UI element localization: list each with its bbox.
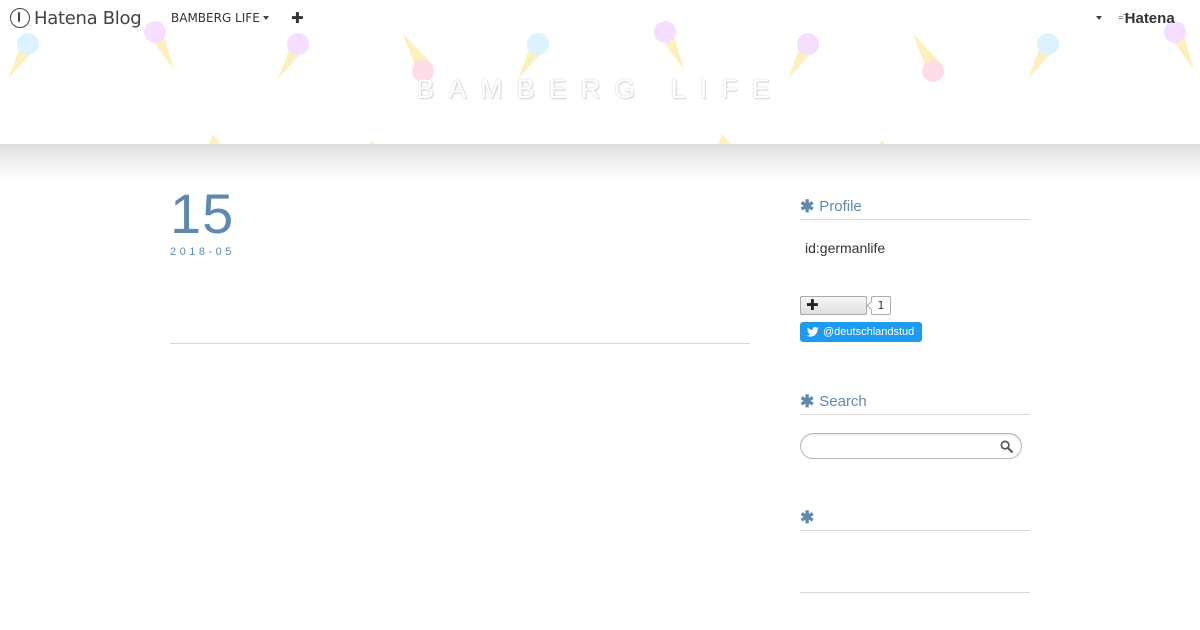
twitter-bird-icon bbox=[807, 327, 819, 337]
blog-title[interactable]: BAMBERG LIFE bbox=[0, 74, 1200, 105]
third-module-title: ✱ bbox=[800, 508, 1030, 531]
plus-icon: ✚ bbox=[806, 296, 819, 314]
entry-divider bbox=[170, 343, 750, 344]
add-button[interactable]: ✚ bbox=[291, 10, 304, 26]
blog-name-label: BAMBERG LIFE bbox=[171, 11, 260, 25]
entry-date[interactable]: 15 2018-05 bbox=[170, 182, 235, 259]
ice-cream-cone-icon bbox=[788, 33, 819, 79]
ice-cream-cone-icon bbox=[518, 33, 549, 79]
hatena-label: Hatena bbox=[1124, 10, 1175, 27]
search-input[interactable] bbox=[811, 434, 1001, 458]
logo-text: Hatena Blog bbox=[34, 7, 142, 29]
subscribe-button[interactable]: ✚ bbox=[800, 296, 867, 315]
subscribe-widget: ✚ 1 bbox=[800, 296, 891, 315]
hatena-wings-icon: =͞ bbox=[1118, 13, 1123, 24]
date-year-month: 2018-05 bbox=[170, 246, 235, 258]
global-header: Hatena Blog BAMBERG LIFE ✚ =͞ Hatena bbox=[0, 0, 1200, 36]
profile-id-link[interactable]: id:germanlife bbox=[805, 240, 885, 256]
caret-down-icon bbox=[262, 16, 269, 20]
blog-name-menu[interactable]: BAMBERG LIFE bbox=[171, 11, 269, 25]
user-menu-caret-icon[interactable] bbox=[1096, 16, 1102, 20]
module-divider bbox=[800, 592, 1030, 593]
asterisk-icon: ✱ bbox=[800, 508, 815, 527]
subscriber-count: 1 bbox=[871, 296, 891, 315]
search-module-title: ✱ Search bbox=[800, 393, 1030, 415]
profile-module-title: ✱ Profile bbox=[800, 198, 1030, 220]
date-day: 15 bbox=[170, 182, 235, 245]
hatena-logo-icon bbox=[10, 8, 30, 28]
ice-cream-cone-icon bbox=[1028, 33, 1059, 79]
search-icon[interactable] bbox=[1000, 440, 1013, 453]
hatena-menu[interactable]: =͞ Hatena bbox=[1118, 10, 1175, 27]
search-form bbox=[800, 433, 1022, 459]
hatena-blog-logo[interactable]: Hatena Blog bbox=[10, 7, 142, 29]
asterisk-icon: ✱ bbox=[800, 196, 815, 216]
ice-cream-cone-icon bbox=[278, 33, 309, 79]
profile-title-text: Profile bbox=[819, 198, 862, 215]
asterisk-icon: ✱ bbox=[800, 391, 815, 411]
search-title-text: Search bbox=[819, 393, 867, 410]
ice-cream-cone-icon bbox=[8, 33, 39, 79]
twitter-handle: @deutschlandstud bbox=[823, 326, 915, 338]
twitter-follow-button[interactable]: @deutschlandstud bbox=[800, 322, 923, 342]
header-shadow bbox=[0, 144, 1200, 184]
